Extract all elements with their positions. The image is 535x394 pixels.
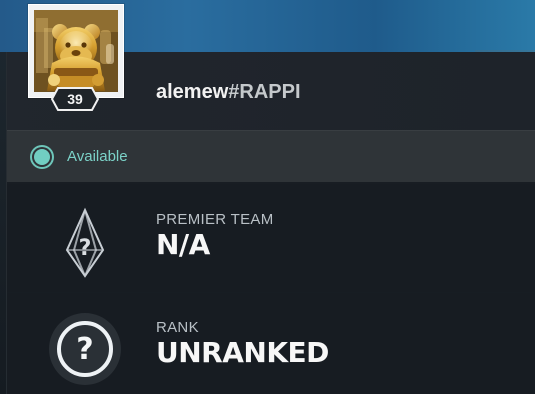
player-avatar[interactable]: 39 [28, 4, 128, 111]
player-level-badge: 39 [51, 87, 99, 111]
player-level: 39 [67, 91, 83, 107]
premier-team-title: PREMIER TEAM [156, 211, 274, 228]
player-tag: #RAPPI [228, 81, 301, 103]
rank-title: RANK [156, 319, 199, 336]
golden-bear-astronaut-icon [34, 10, 118, 92]
rank-section[interactable]: ? RANK UNRANKED [7, 292, 535, 394]
player-card-overlay: 39 alemew#RAPPI Available ? PREMIER TEAM… [0, 0, 535, 394]
status-dot-icon [34, 149, 50, 165]
rank-question-glyph: ? [76, 332, 93, 367]
status-row[interactable]: Available [7, 130, 535, 184]
header-ghost-text [132, 104, 138, 124]
rank-value: UNRANKED [156, 336, 329, 369]
rank-icon: ? [45, 309, 125, 389]
player-name[interactable]: alemew#RAPPI [156, 80, 301, 104]
premier-team-section[interactable]: ? PREMIER TEAM N/A [7, 182, 535, 293]
premier-question-glyph: ? [79, 236, 92, 261]
status-label: Available [67, 148, 128, 165]
premier-team-value: N/A [156, 228, 210, 261]
avatar-frame [28, 4, 124, 98]
premier-team-icon: ? [45, 204, 125, 284]
player-username: alemew [156, 81, 229, 103]
